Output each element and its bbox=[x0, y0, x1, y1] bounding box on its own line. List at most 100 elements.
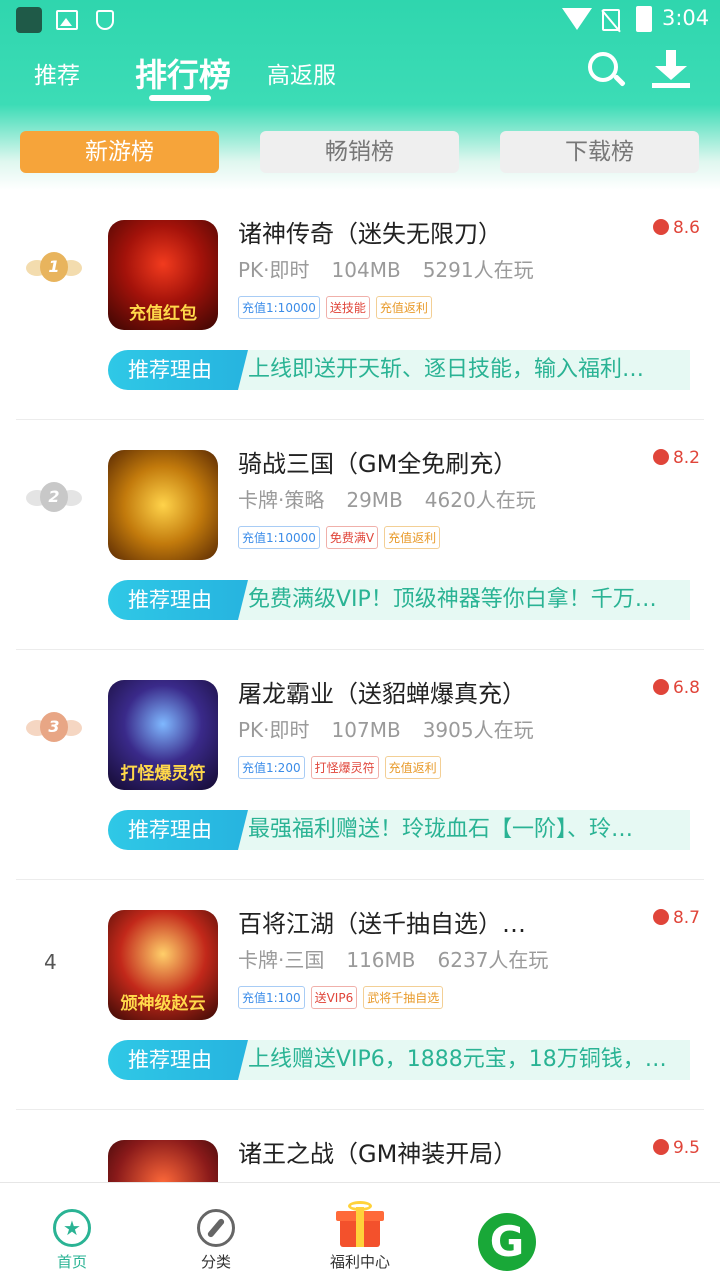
tag: 送VIP6 bbox=[310, 986, 358, 1009]
game-meta: PK·即时 104MB 5291人在玩 bbox=[238, 254, 556, 283]
game-icon[interactable] bbox=[108, 1140, 218, 1182]
nav-welfare-label: 福利中心 bbox=[329, 1253, 390, 1271]
game-list-item[interactable]: 2 骑战三国（GM全免刷充） 8.2 卡牌·策略 29MB 4620人在玩 充值1:… bbox=[0, 420, 720, 650]
reason-text: 最强福利赠送！玲珑血石【一阶】、玲… bbox=[248, 817, 634, 842]
game-title[interactable]: 诸王之战（GM神装开局） bbox=[238, 1134, 517, 1169]
rank-number: 3 bbox=[40, 712, 68, 742]
reason-badge: 推荐理由 bbox=[108, 350, 248, 390]
game-list-item[interactable]: 诸王之战（GM神装开局） 9.5 bbox=[0, 1110, 720, 1182]
reason-text: 上线即送开天斩、逐日技能，输入福利… bbox=[248, 357, 645, 382]
game-title[interactable]: 屠龙霸业（送貂蝉爆真充） bbox=[238, 674, 526, 709]
recommend-reason[interactable]: 推荐理由 免费满级VIP！顶级神器等你白拿！千万… bbox=[108, 580, 690, 620]
tag: 送技能 bbox=[325, 296, 370, 319]
gift-icon bbox=[336, 1201, 384, 1247]
game-genre: 卡牌·策略 bbox=[238, 488, 325, 512]
game-title[interactable]: 骑战三国（GM全免刷充） bbox=[238, 444, 517, 479]
rank-medal-silver-icon: 2 bbox=[26, 480, 82, 516]
tag: 充值返利 bbox=[375, 296, 432, 319]
clock-icon bbox=[652, 909, 669, 925]
nav-category-label: 分类 bbox=[200, 1253, 231, 1271]
game-meta: 卡牌·策略 29MB 4620人在玩 bbox=[238, 484, 558, 513]
nav-welfare[interactable]: 福利中心 bbox=[300, 1183, 420, 1280]
reason-badge: 推荐理由 bbox=[108, 810, 248, 850]
clock-icon bbox=[652, 679, 669, 695]
rating: 8.7 bbox=[652, 908, 700, 928]
game-genre: 卡牌·三国 bbox=[238, 948, 325, 972]
clock-icon bbox=[652, 219, 669, 235]
nav-category[interactable]: 分类 bbox=[156, 1183, 276, 1280]
tag: 武将千抽自选 bbox=[363, 986, 444, 1009]
tag-list: 充值1:10000 免费满V 充值返利 bbox=[238, 526, 446, 549]
clock-icon bbox=[652, 449, 669, 465]
search-icon[interactable] bbox=[586, 50, 626, 90]
game-players: 5291人在玩 bbox=[422, 258, 534, 282]
game-genre: PK·即时 bbox=[238, 718, 310, 742]
game-icon[interactable]: 打怪爆灵符 bbox=[108, 680, 218, 790]
image-notification-icon bbox=[56, 10, 78, 30]
tag-list: 充值1:10000 送技能 充值返利 bbox=[238, 296, 438, 319]
game-list-item[interactable]: 3 打怪爆灵符 屠龙霸业（送貂蝉爆真充） 6.8 PK·即时 107MB 3905人… bbox=[0, 650, 720, 880]
recommend-reason[interactable]: 推荐理由 上线即送开天斩、逐日技能，输入福利… bbox=[108, 350, 690, 390]
tag: 充值1:10000 bbox=[238, 296, 320, 319]
game-icon[interactable]: 颁神级赵云 bbox=[108, 910, 218, 1020]
active-tab-indicator bbox=[149, 95, 211, 101]
reason-badge: 推荐理由 bbox=[108, 1040, 248, 1080]
brand-logo-icon: G bbox=[478, 1213, 536, 1271]
rank-number: 1 bbox=[40, 252, 68, 282]
no-sim-icon bbox=[602, 9, 620, 31]
game-list-item[interactable]: 4 颁神级赵云 百将江湖（送千抽自选）… 8.7 卡牌·三国 116MB 6237人… bbox=[0, 880, 720, 1110]
nav-home-label: 首页 bbox=[56, 1253, 87, 1271]
rating: 8.6 bbox=[652, 218, 700, 238]
game-players: 6237人在玩 bbox=[437, 948, 549, 972]
game-size: 104MB bbox=[331, 258, 401, 282]
tag-list: 充值1:100 送VIP6 武将千抽自选 bbox=[238, 986, 449, 1009]
subtab-best-sellers[interactable]: 畅销榜 bbox=[260, 131, 459, 173]
game-icon-caption: 颁神级赵云 bbox=[120, 994, 206, 1014]
status-time: 3:04 bbox=[662, 6, 710, 30]
game-title[interactable]: 百将江湖（送千抽自选）… bbox=[238, 904, 526, 939]
rating: 9.5 bbox=[652, 1138, 700, 1158]
subtab-new-games[interactable]: 新游榜 bbox=[20, 131, 219, 173]
shield-icon bbox=[96, 10, 114, 30]
tag: 充值返利 bbox=[384, 526, 441, 549]
game-icon-caption: 打怪爆灵符 bbox=[120, 764, 206, 784]
app-notification-icon bbox=[16, 7, 42, 33]
game-meta: PK·即时 107MB 3905人在玩 bbox=[238, 714, 556, 743]
tab-recommend[interactable]: 推荐 bbox=[34, 56, 80, 90]
game-players: 4620人在玩 bbox=[424, 488, 536, 512]
game-title[interactable]: 诸神传奇（迷失无限刀） bbox=[238, 214, 502, 249]
nav-brand[interactable]: G bbox=[446, 1183, 566, 1280]
reason-badge: 推荐理由 bbox=[108, 580, 248, 620]
tab-high-return[interactable]: 高返服 bbox=[267, 56, 336, 90]
tag: 充值1:100 bbox=[238, 986, 305, 1009]
wifi-icon bbox=[562, 8, 592, 30]
tag: 打怪爆灵符 bbox=[310, 756, 379, 779]
bottom-nav: 首页 分类 福利中心 G bbox=[0, 1182, 720, 1280]
game-icon[interactable] bbox=[108, 450, 218, 560]
game-meta: 卡牌·三国 116MB 6237人在玩 bbox=[238, 944, 570, 973]
game-size: 107MB bbox=[331, 718, 401, 742]
rating: 8.2 bbox=[652, 448, 700, 468]
game-icon[interactable]: 充值红包 bbox=[108, 220, 218, 330]
game-size: 116MB bbox=[346, 948, 416, 972]
tab-ranking[interactable]: 排行榜 bbox=[135, 50, 231, 96]
tag: 免费满V bbox=[325, 526, 379, 549]
recommend-reason[interactable]: 推荐理由 上线赠送VIP6，1888元宝，18万铜钱，… bbox=[108, 1040, 690, 1080]
rank-medal-gold-icon: 1 bbox=[26, 250, 82, 286]
reason-text: 上线赠送VIP6，1888元宝，18万铜钱，… bbox=[248, 1047, 667, 1072]
game-size: 29MB bbox=[346, 488, 403, 512]
home-icon bbox=[53, 1209, 91, 1247]
tag: 充值1:200 bbox=[238, 756, 305, 779]
game-players: 3905人在玩 bbox=[422, 718, 534, 742]
status-bar: 3:04 bbox=[0, 0, 720, 40]
recommend-reason[interactable]: 推荐理由 最强福利赠送！玲珑血石【一阶】、玲… bbox=[108, 810, 690, 850]
game-list-item[interactable]: 1 充值红包 诸神传奇（迷失无限刀） 8.6 PK·即时 104MB 5291人在玩… bbox=[0, 190, 720, 420]
battery-icon bbox=[636, 6, 652, 32]
game-icon-caption: 充值红包 bbox=[129, 304, 197, 324]
reason-text: 免费满级VIP！顶级神器等你白拿！千万… bbox=[248, 587, 657, 612]
rank-number: 4 bbox=[44, 950, 57, 974]
nav-home[interactable]: 首页 bbox=[12, 1183, 132, 1280]
download-icon[interactable] bbox=[652, 50, 690, 90]
tag: 充值1:10000 bbox=[238, 526, 320, 549]
subtab-downloads[interactable]: 下载榜 bbox=[500, 131, 699, 173]
